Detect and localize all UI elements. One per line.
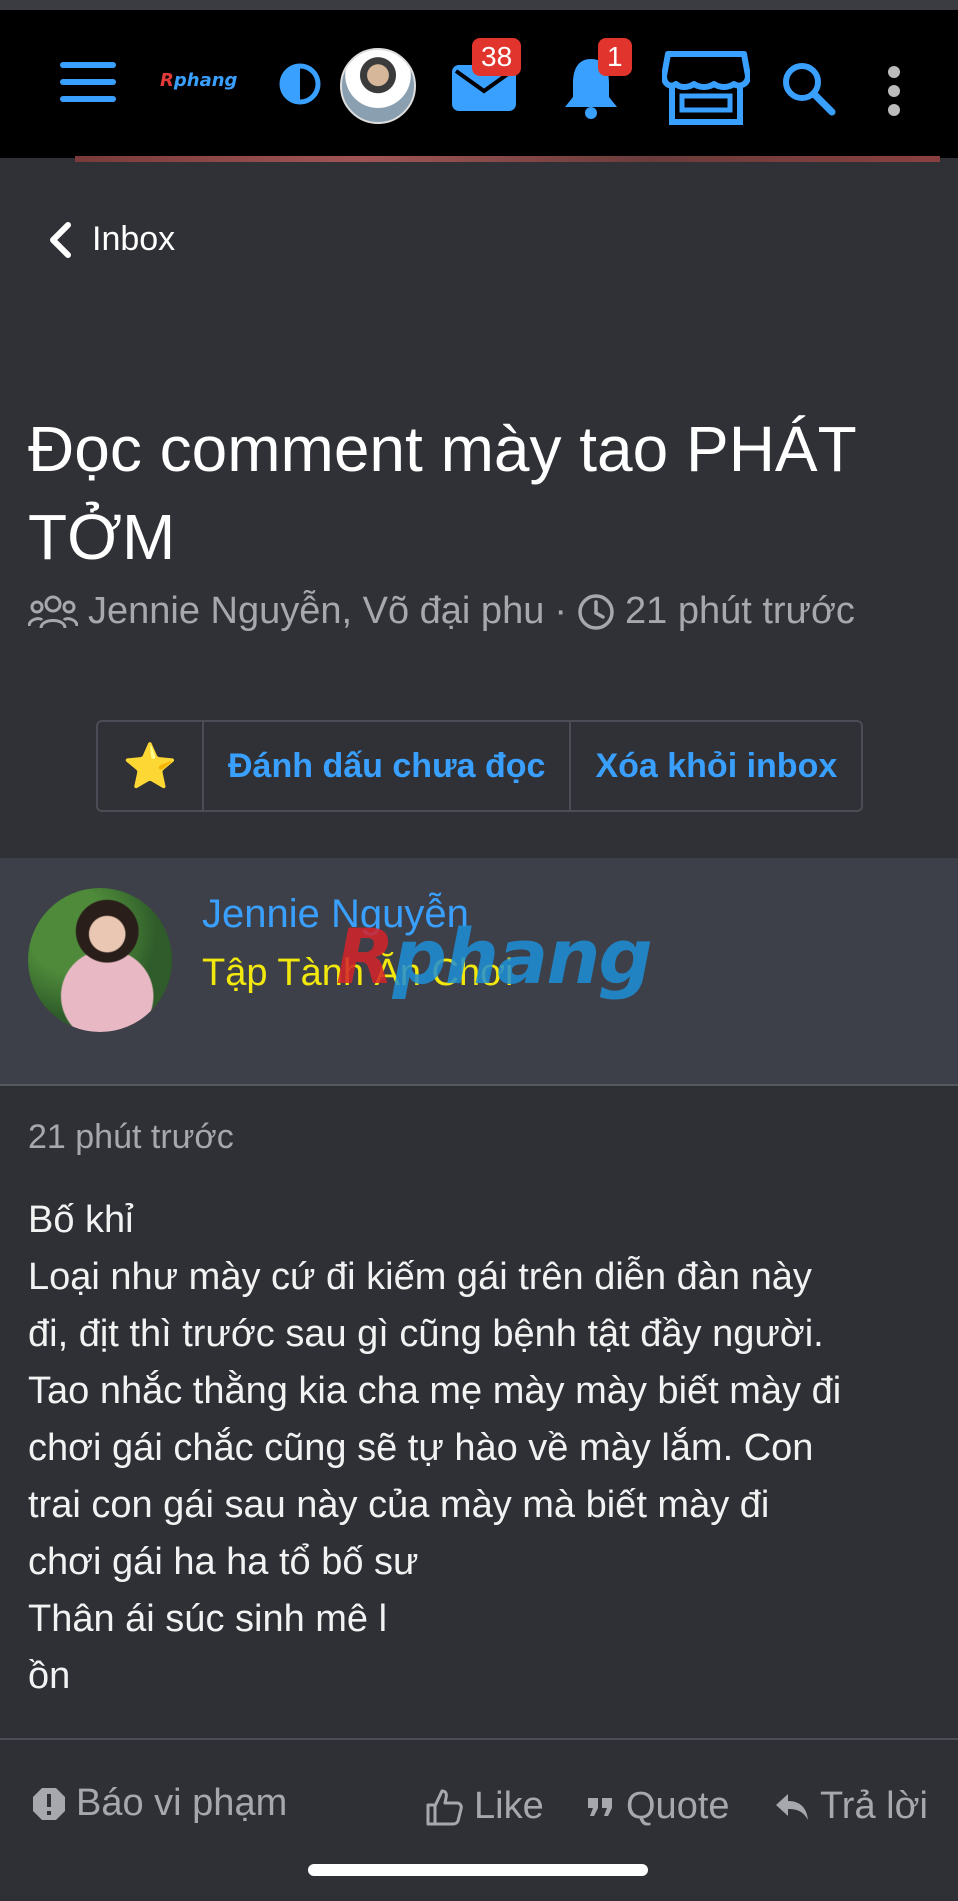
status-bar <box>0 0 958 10</box>
alerts-badge: 1 <box>598 38 632 76</box>
participants-icon <box>28 595 78 628</box>
menu-icon[interactable] <box>60 60 116 104</box>
store-icon[interactable] <box>662 48 750 126</box>
page-title: Đọc comment mày tao PHÁT TỞM <box>28 413 856 573</box>
site-logo[interactable]: Rphang <box>160 70 237 91</box>
like-button[interactable]: Like <box>424 1785 544 1828</box>
like-label: Like <box>474 1785 544 1827</box>
home-indicator[interactable] <box>308 1864 648 1876</box>
message-line: chơi gái ha ha tổ bố sư <box>28 1541 419 1583</box>
message-line: Thân ái súc sinh mê l <box>28 1598 388 1640</box>
search-icon[interactable] <box>780 60 836 116</box>
messages-icon[interactable]: 38 <box>452 38 522 114</box>
alert-icon <box>33 1787 65 1820</box>
star-button[interactable]: ⭐ <box>98 722 202 810</box>
messages-badge: 38 <box>472 38 522 76</box>
more-options-icon[interactable] <box>886 64 902 118</box>
back-label: Inbox <box>92 220 176 258</box>
top-navigation-bar: Rphang 38 1 <box>0 10 958 158</box>
star-icon: ⭐ <box>122 742 178 791</box>
reply-label: Trả lời <box>820 1785 928 1827</box>
post-time[interactable]: 21 phút trước <box>28 1118 234 1157</box>
conversation-time: 21 phút trước <box>625 590 855 632</box>
alerts-icon[interactable]: 1 <box>562 38 632 120</box>
thumbs-up-icon <box>426 1789 463 1825</box>
clock-icon <box>578 593 614 630</box>
quote-button[interactable]: Quote <box>586 1785 730 1828</box>
author-avatar[interactable] <box>28 888 172 1032</box>
post-message: Bố khỉ Loại như mày cứ đi kiếm gái trên … <box>28 1192 938 1705</box>
message-line: ồn <box>28 1655 71 1697</box>
reply-icon <box>776 1793 808 1820</box>
message-line: trai con gái sau này của mày mà biết mày… <box>28 1484 770 1526</box>
reply-button[interactable]: Trả lời <box>774 1785 928 1828</box>
theme-toggle-icon[interactable] <box>278 62 322 106</box>
message-line: Bố khỉ <box>28 1199 134 1241</box>
report-label: Báo vi phạm <box>76 1782 288 1824</box>
back-to-inbox-link[interactable]: Inbox <box>48 220 175 259</box>
quote-label: Quote <box>626 1785 730 1827</box>
message-line: Tao nhắc thằng kia cha mẹ mày mày biết m… <box>28 1370 842 1412</box>
watermark-logo: Rphang <box>336 912 653 1001</box>
logo-text: phang <box>173 70 238 91</box>
message-line: Loại như mày cứ đi kiếm gái trên diễn đà… <box>28 1256 812 1298</box>
conversation-meta: Jennie Nguyễn, Võ đại phu · 21 phút trướ… <box>28 590 855 633</box>
participants[interactable]: Jennie Nguyễn, Võ đại phu <box>88 590 544 633</box>
message-line: chơi gái chắc cũng sẽ tự hào về mày lắm.… <box>28 1427 814 1469</box>
quote-icon <box>588 1797 612 1816</box>
message-line: đi, địt thì trước sau gì cũng bệnh tật đ… <box>28 1313 824 1355</box>
meta-separator: · <box>554 590 567 632</box>
report-button[interactable]: Báo vi phạm <box>32 1782 287 1825</box>
conversation-actions: ⭐ Đánh dấu chưa đọc Xóa khỏi inbox <box>96 720 864 812</box>
remove-from-inbox-button[interactable]: Xóa khỏi inbox <box>569 722 861 810</box>
post-footer-divider <box>0 1738 958 1740</box>
user-avatar[interactable] <box>340 48 416 124</box>
chevron-left-icon <box>50 221 71 258</box>
mark-unread-button[interactable]: Đánh dấu chưa đọc <box>202 722 569 810</box>
